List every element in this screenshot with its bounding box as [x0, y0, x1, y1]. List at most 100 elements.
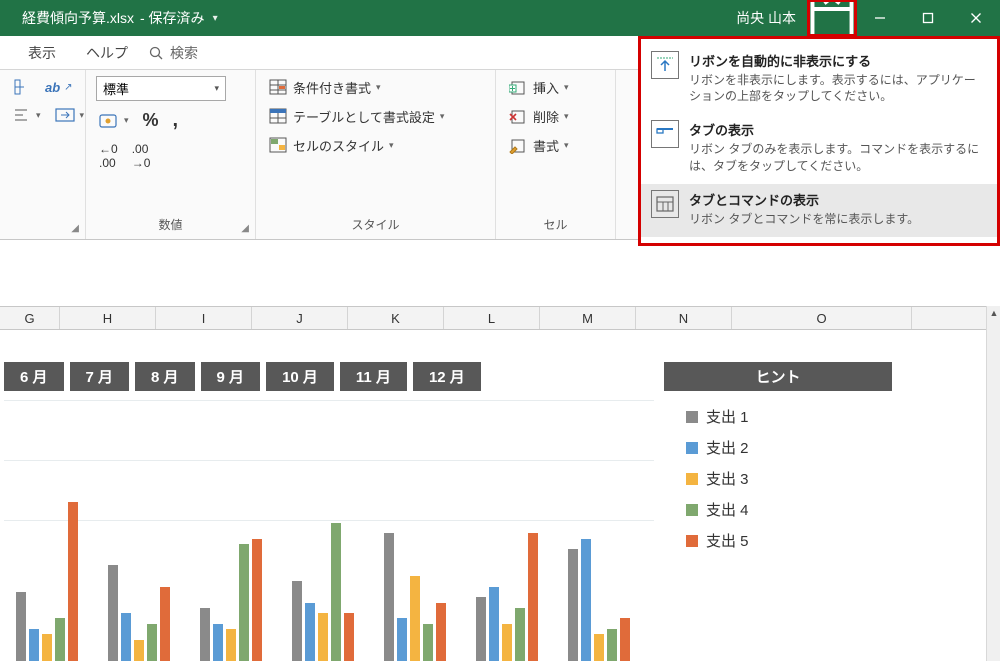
minimize-button[interactable]: [856, 0, 904, 36]
merge-icon: [55, 107, 75, 123]
bar: [594, 634, 604, 661]
percent-icon: %: [143, 110, 159, 131]
cell-styles-label: セルのスタイル: [293, 136, 384, 155]
delete-label: 削除: [533, 107, 559, 126]
legend-swatch-3: [686, 473, 698, 485]
maximize-icon: [921, 11, 935, 25]
bar: [384, 533, 394, 661]
tab-help[interactable]: ヘルプ: [76, 37, 138, 69]
title-dropdown-icon[interactable]: ▾: [213, 13, 218, 24]
col-header-H[interactable]: H: [60, 307, 156, 329]
dialog-launcher-icon[interactable]: ◢: [241, 223, 249, 234]
col-header-L[interactable]: L: [444, 307, 540, 329]
month-6: 6 月: [4, 362, 64, 391]
bar: [515, 608, 525, 661]
show-tabs-commands-icon: [651, 190, 679, 218]
chart-month-headers: 6 月 7 月 8 月 9 月 10 月 11 月 12 月: [4, 362, 481, 391]
user-name[interactable]: 尚央 山本: [736, 8, 796, 28]
bar: [121, 613, 131, 661]
bar: [581, 539, 591, 661]
delete-cells-button[interactable]: 削除▾: [506, 105, 572, 128]
chart-plot-area: [4, 400, 654, 661]
group-label-number: 数値: [158, 218, 182, 232]
col-header-I[interactable]: I: [156, 307, 252, 329]
hint-header: ヒント: [664, 362, 892, 391]
column-headers: G H I J K L M N O: [0, 306, 986, 330]
insert-icon: [509, 80, 529, 96]
month-11: 11 月: [340, 362, 407, 391]
bar: [55, 618, 65, 661]
format-cells-button[interactable]: 書式▾: [506, 134, 572, 157]
bar: [331, 523, 341, 661]
vertical-scrollbar[interactable]: ▲: [986, 306, 1000, 661]
wrap-text-partial[interactable]: [10, 76, 34, 98]
cell-styles-icon: [269, 137, 289, 155]
conditional-formatting-button[interactable]: 条件付き書式▾: [266, 76, 384, 99]
file-name: 経費傾向予算.xlsx: [0, 8, 134, 28]
number-format-value: 標準: [103, 79, 129, 98]
month-8: 8 月: [135, 362, 195, 391]
ribbon-display-options-button[interactable]: [808, 0, 856, 36]
legend-swatch-5: [686, 535, 698, 547]
col-header-K[interactable]: K: [348, 307, 444, 329]
bar: [213, 624, 223, 661]
menu-show-tabs[interactable]: タブの表示 リボン タブのみを表示します。コマンドを表示するには、タブをタップし…: [641, 114, 997, 183]
close-icon: [969, 11, 983, 25]
bar: [423, 624, 433, 661]
legend-label-1: 支出 1: [706, 406, 749, 427]
percent-button[interactable]: %: [140, 108, 162, 133]
close-button[interactable]: [952, 0, 1000, 36]
tell-me-search[interactable]: 検索: [148, 43, 198, 63]
chart[interactable]: 6 月 7 月 8 月 9 月 10 月 11 月 12 月 ヒント 支出 1 …: [0, 350, 986, 661]
worksheet-area: G H I J K L M N O ▲ 6 月 7 月 8 月 9 月 10 月…: [0, 240, 1000, 661]
orientation-button[interactable]: ab ↗: [42, 78, 76, 97]
group-cells: 挿入▾ 削除▾ 書式▾ セル: [496, 70, 616, 239]
bar: [239, 544, 249, 661]
bar: [226, 629, 236, 661]
accounting-format-button[interactable]: ▾: [96, 110, 132, 132]
month-10: 10 月: [266, 362, 334, 391]
align-button[interactable]: ▾: [10, 104, 44, 126]
menu-auto-hide-desc: リボンを非表示にします。表示するには、アプリケーションの上部をタップしてください…: [689, 72, 985, 104]
legend-label-5: 支出 5: [706, 530, 749, 551]
col-header-G[interactable]: G: [0, 307, 60, 329]
cell-styles-button[interactable]: セルのスタイル▾: [266, 134, 397, 157]
maximize-button[interactable]: [904, 0, 952, 36]
col-header-M[interactable]: M: [540, 307, 636, 329]
comma-button[interactable]: ,: [170, 107, 182, 134]
saved-status: - 保存済み: [140, 8, 205, 28]
bar: [252, 539, 262, 661]
legend-label-4: 支出 4: [706, 499, 749, 520]
number-format-combo[interactable]: 標準 ▾: [96, 76, 226, 101]
scroll-up-icon[interactable]: ▲: [987, 306, 1000, 320]
bar: [134, 640, 144, 661]
menu-show-tabs-commands-desc: リボン タブとコマンドを常に表示します。: [689, 211, 919, 227]
comma-icon: ,: [173, 109, 179, 132]
ribbon-display-options-menu: リボンを自動的に非表示にする リボンを非表示にします。表示するには、アプリケーシ…: [638, 36, 1000, 246]
decrease-decimal-button[interactable]: .00→0: [129, 140, 154, 172]
delete-icon: [509, 109, 529, 125]
show-tabs-icon: [651, 120, 679, 148]
bar: [147, 624, 157, 661]
increase-decimal-button[interactable]: ←0.00: [96, 140, 121, 172]
bar: [16, 592, 26, 661]
insert-cells-button[interactable]: 挿入▾: [506, 76, 572, 99]
increase-decimal-icon: ←0.00: [99, 142, 118, 170]
group-label-styles: スタイル: [351, 218, 399, 232]
menu-show-tabs-commands[interactable]: タブとコマンドの表示 リボン タブとコマンドを常に表示します。: [641, 184, 997, 237]
bar: [292, 581, 302, 661]
dialog-launcher-icon[interactable]: ◢: [71, 223, 79, 234]
bar: [29, 629, 39, 661]
format-as-table-button[interactable]: テーブルとして書式設定▾: [266, 105, 447, 128]
tab-view[interactable]: 表示: [18, 37, 66, 69]
menu-show-tabs-desc: リボン タブのみを表示します。コマンドを表示するには、タブをタップしてください。: [689, 141, 985, 173]
col-header-J[interactable]: J: [252, 307, 348, 329]
bar: [68, 502, 78, 661]
menu-auto-hide-ribbon[interactable]: リボンを自動的に非表示にする リボンを非表示にします。表示するには、アプリケーシ…: [641, 45, 997, 114]
bar: [160, 587, 170, 661]
merge-button[interactable]: ▾: [52, 105, 88, 125]
menu-show-tabs-title: タブの表示: [689, 120, 985, 139]
bar: [436, 603, 446, 661]
col-header-N[interactable]: N: [636, 307, 732, 329]
col-header-O[interactable]: O: [732, 307, 912, 329]
